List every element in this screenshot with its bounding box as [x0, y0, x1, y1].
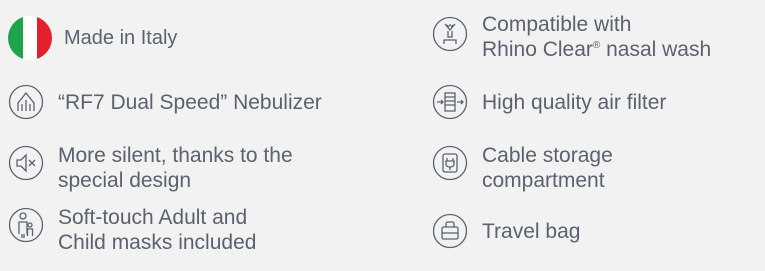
feature-label-line-1: More silent, thanks to the	[58, 144, 293, 167]
feature-air-filter: High quality air filter	[432, 84, 666, 120]
feature-masks: Soft-touch Adult and Child masks include…	[8, 205, 256, 255]
feature-label: Soft-touch Adult and Child masks include…	[58, 205, 256, 255]
feature-label: High quality air filter	[482, 91, 667, 114]
silent-speaker-icon	[8, 145, 44, 181]
feature-label: Cable storage compartment	[482, 143, 613, 193]
feature-label-line-2: Child masks included	[58, 231, 257, 254]
feature-cable-storage: Cable storage compartment	[432, 143, 613, 193]
nasal-wash-icon	[432, 16, 468, 52]
feature-label: Made in Italy	[64, 27, 178, 49]
feature-nasal-wash: Compatible with Rhino Clear® nasal wash	[432, 12, 711, 62]
adult-child-icon	[8, 207, 44, 243]
travel-bag-icon	[432, 213, 468, 249]
feature-label: Travel bag	[482, 220, 581, 243]
feature-label-line-1: Cable storage	[482, 144, 613, 167]
feature-label-line-2: special design	[58, 169, 192, 192]
feature-label: More silent, thanks to the special desig…	[58, 143, 293, 193]
cable-storage-icon	[432, 145, 468, 181]
feature-silent-design: More silent, thanks to the special desig…	[8, 143, 293, 193]
italian-flag-icon	[8, 16, 52, 60]
feature-label: Compatible with Rhino Clear® nasal wash	[482, 12, 711, 62]
brand-name: Rhino Clear	[482, 38, 593, 61]
label-suffix: nasal wash	[600, 38, 712, 61]
nebulizer-icon	[8, 84, 44, 120]
air-filter-icon	[432, 84, 468, 120]
feature-travel-bag: Travel bag	[432, 213, 580, 249]
feature-made-in-italy: Made in Italy	[8, 16, 177, 60]
feature-label-line-2: compartment	[482, 169, 605, 192]
feature-nebulizer: “RF7 Dual Speed” Nebulizer	[8, 84, 322, 120]
feature-label-line-1: Soft-touch Adult and	[58, 206, 248, 229]
feature-label-line-2: Rhino Clear® nasal wash	[482, 37, 711, 62]
feature-label-line-1: Compatible with	[482, 13, 632, 36]
feature-label: “RF7 Dual Speed” Nebulizer	[58, 91, 322, 114]
